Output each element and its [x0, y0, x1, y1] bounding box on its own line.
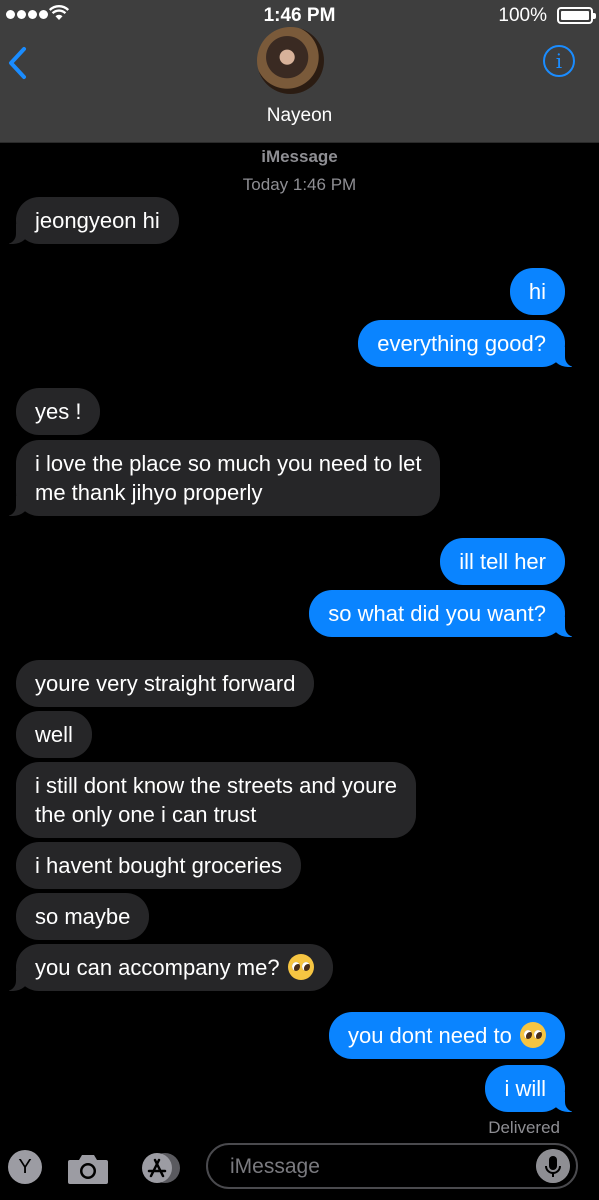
message-text: so maybe [35, 904, 131, 929]
message-text: hi [528, 279, 546, 304]
received-message[interactable]: youre very straight forward [16, 660, 315, 707]
app-store-icon[interactable] [136, 1150, 186, 1186]
message-text: so what did you want? [328, 601, 546, 626]
info-icon[interactable]: i [543, 45, 575, 77]
message-input[interactable]: iMessage [206, 1143, 578, 1189]
conversation-header: 1:46 PM 100% Nayeon i [0, 0, 599, 143]
received-message[interactable]: i love the place so much you need to let… [0, 440, 441, 516]
contact-name[interactable]: Nayeon [0, 105, 599, 127]
sent-message[interactable]: so what did you want? [309, 590, 585, 637]
pleading-face-emoji [520, 1022, 546, 1048]
message-text-line: me thank jihyo properly [35, 480, 263, 505]
battery-icon [557, 7, 596, 24]
received-message[interactable]: jeongyeon hi [0, 197, 179, 244]
message-text: yes ! [35, 399, 82, 424]
message-text-line: the only one i can trust [35, 802, 257, 827]
sent-message[interactable]: i will [485, 1065, 585, 1112]
received-message[interactable]: so maybe [16, 893, 150, 940]
message-text: i havent bought groceries [35, 853, 283, 878]
message-text: youre very straight forward [35, 671, 296, 696]
received-message[interactable]: well [16, 711, 92, 758]
message-text: i will [504, 1076, 546, 1101]
apps-button[interactable]: Y [8, 1150, 42, 1184]
delivered-status: Delivered [488, 1118, 560, 1137]
message-input-bar: Y iMessage [0, 1140, 599, 1200]
message-text: well [35, 722, 73, 747]
status-bar: 1:46 PM 100% [0, 0, 599, 30]
message-text: jeongyeon hi [35, 208, 160, 233]
message-text-line: i still dont know the streets and youre [35, 773, 397, 798]
message-input-placeholder: iMessage [230, 1155, 320, 1178]
message-text: ill tell her [459, 549, 546, 574]
message-text-line: i love the place so much you need to let [35, 451, 422, 476]
received-message[interactable]: yes ! [16, 388, 101, 435]
sent-message[interactable]: you dont need to [328, 1012, 565, 1059]
received-message[interactable]: i still dont know the streets and youre … [16, 762, 416, 838]
received-message[interactable]: i havent bought groceries [16, 842, 302, 889]
service-label: iMessage [261, 147, 338, 166]
message-text: you dont need to [347, 1023, 512, 1048]
sent-message[interactable]: everything good? [358, 320, 585, 367]
contact-avatar[interactable] [257, 27, 324, 94]
message-text: you can accompany me? [35, 955, 280, 980]
back-chevron-icon[interactable] [4, 44, 34, 82]
battery-percentage: 100% [498, 5, 547, 26]
message-text: everything good? [377, 331, 546, 356]
camera-icon[interactable] [66, 1150, 110, 1186]
received-message[interactable]: you can accompany me? [0, 944, 333, 991]
sent-message[interactable]: hi [509, 268, 565, 315]
microphone-icon[interactable] [536, 1149, 570, 1183]
conversation-timestamp: Today 1:46 PM [242, 175, 357, 194]
messages-screen: 1:46 PM 100% Nayeon i iMessage Today 1:4… [0, 0, 599, 1200]
sent-message[interactable]: ill tell her [440, 538, 565, 585]
pleading-face-emoji [287, 954, 314, 980]
